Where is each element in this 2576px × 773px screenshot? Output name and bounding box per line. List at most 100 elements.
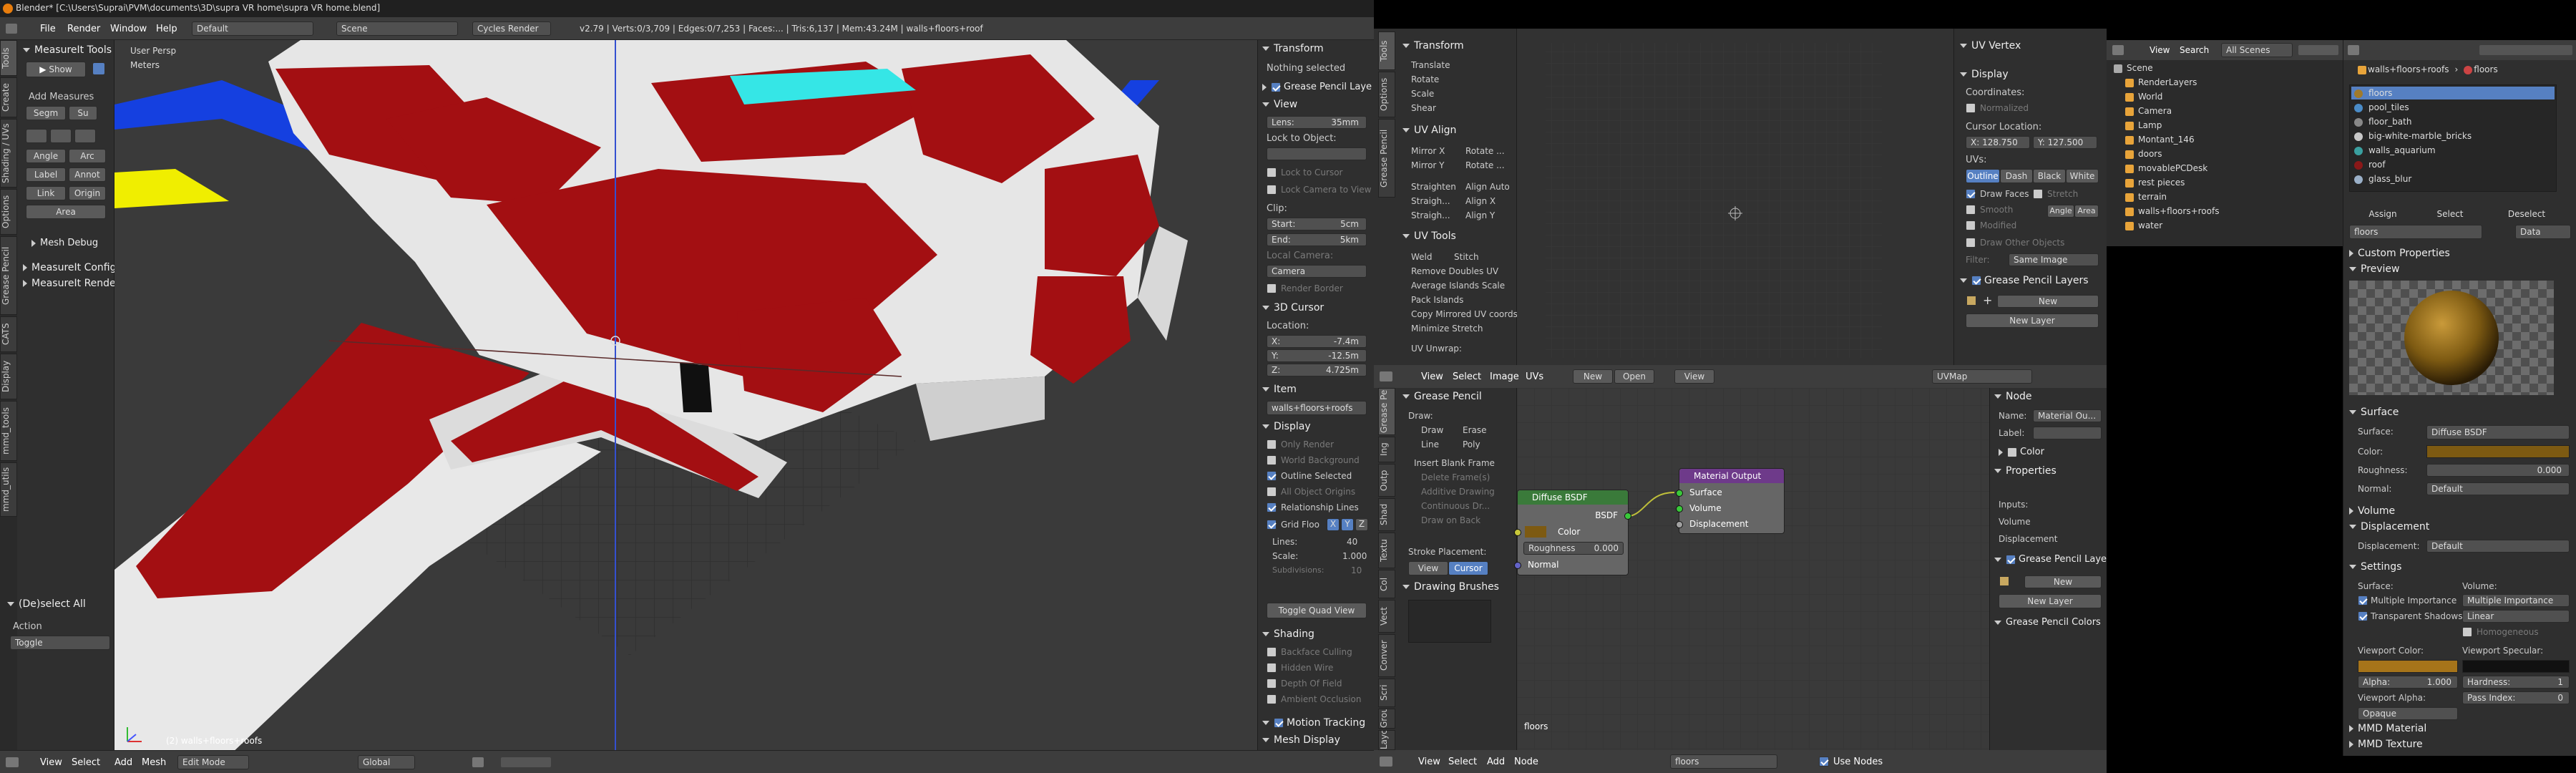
menu-select[interactable]: Select: [72, 757, 100, 768]
node-pencil-icon[interactable]: [2000, 577, 2009, 585]
color-swatch[interactable]: [1525, 526, 1546, 538]
uv-mode-dash[interactable]: Dash: [2000, 169, 2033, 183]
erase-tool-button[interactable]: Erase: [1463, 425, 1487, 435]
annot-button[interactable]: Annot: [69, 167, 106, 182]
angle-toggle[interactable]: Angle: [2047, 205, 2074, 218]
node-tab-script[interactable]: Scri: [1378, 679, 1395, 707]
material-slot[interactable]: floors: [2351, 87, 2555, 99]
node-tab-vector[interactable]: Vect: [1378, 600, 1395, 633]
node-editor-icon[interactable]: [1380, 757, 1392, 767]
measureit-show-button[interactable]: ▶ Show: [26, 62, 86, 77]
diffuse-bsdf-node[interactable]: Diffuse BSDF BSDF Color Roughness 0.000 N…: [1514, 490, 1631, 575]
node-tab-input[interactable]: Ing: [1378, 437, 1395, 462]
translate-button[interactable]: Translate: [1411, 60, 1450, 70]
tab-create[interactable]: Create: [0, 77, 17, 117]
axis-x-toggle[interactable]: X: [1327, 518, 1340, 531]
mmd-texture-panel[interactable]: MMD Texture: [2349, 739, 2423, 750]
use-nodes-checkbox[interactable]: [1819, 757, 1829, 767]
uv-gp-layers-panel[interactable]: Grease Pencil Layers: [1960, 275, 2089, 286]
ao-checkbox[interactable]: [1267, 694, 1277, 704]
snap-c-button[interactable]: [74, 129, 96, 143]
lens-field[interactable]: Lens: 35mm: [1267, 116, 1367, 129]
outliner-item[interactable]: water: [2125, 220, 2162, 233]
pencil-icon[interactable]: [1967, 296, 1976, 305]
render-engine-select[interactable]: Cycles Render: [472, 21, 551, 36]
node-menu-view[interactable]: View: [1418, 757, 1440, 767]
material-datablock-field[interactable]: floors: [2349, 225, 2482, 239]
toggle-quad-view-button[interactable]: Toggle Quad View: [1267, 603, 1367, 618]
mesh-debug-panel[interactable]: Mesh Debug: [31, 238, 98, 248]
color-input-socket[interactable]: [1514, 529, 1521, 536]
axis-z-toggle[interactable]: Z: [1355, 518, 1368, 531]
outliner-menu-search[interactable]: Search: [2180, 45, 2209, 55]
node-gp-layers-panel[interactable]: Grease Pencil Layers: [1994, 554, 2115, 565]
item-panel[interactable]: Item: [1262, 384, 1297, 395]
remove-doubles-button[interactable]: Remove Doubles UV: [1411, 266, 1498, 276]
uv-tools-panel[interactable]: UV Tools: [1402, 230, 1456, 242]
relationship-lines-checkbox[interactable]: [1267, 502, 1277, 512]
outliner-item[interactable]: doors: [2125, 149, 2162, 162]
straighten-y-button[interactable]: Straigh...: [1411, 210, 1450, 220]
draw-other-checkbox[interactable]: [1966, 238, 1976, 248]
backface-checkbox[interactable]: [1267, 647, 1277, 657]
cursor-z-field[interactable]: Z: 4.725m: [1267, 364, 1367, 376]
tab-mmd-utils[interactable]: mmd_utils: [0, 462, 17, 517]
menu-window[interactable]: Window: [110, 24, 147, 34]
item-name-field[interactable]: walls+floors+roofs: [1267, 401, 1367, 415]
align-auto-button[interactable]: Align Auto: [1465, 182, 1510, 192]
add-icon[interactable]: +: [1983, 293, 1992, 307]
node-gp-new-layer-button[interactable]: New Layer: [1999, 594, 2102, 608]
lock-object-field[interactable]: [1267, 147, 1367, 160]
only-render-checkbox[interactable]: [1267, 439, 1277, 449]
uv-canvas[interactable]: [1517, 29, 1953, 365]
link-button[interactable]: Link: [26, 186, 66, 200]
material-slot[interactable]: roof: [2351, 158, 2555, 171]
grease-pencil-layer-panel[interactable]: Grease Pencil Laye: [1262, 82, 1372, 92]
grid-floor-checkbox[interactable]: [1267, 520, 1277, 530]
shading-panel[interactable]: Shading: [1262, 628, 1314, 640]
lock-camera-checkbox[interactable]: [1267, 185, 1277, 195]
material-slot[interactable]: floor_bath: [2351, 115, 2555, 128]
custom-props-panel[interactable]: Custom Properties: [2349, 248, 2450, 259]
action-select[interactable]: Toggle: [10, 636, 110, 650]
node-name-field[interactable]: Material Ou...: [2033, 409, 2102, 422]
settings-panel[interactable]: Settings: [2349, 561, 2401, 573]
alpha-field[interactable]: Alpha: 1.000: [2358, 676, 2458, 689]
normalized-checkbox[interactable]: [1966, 103, 1976, 113]
outliner-icon[interactable]: [2112, 45, 2124, 55]
brush-list[interactable]: [1408, 600, 1491, 643]
uv-vertex-panel[interactable]: UV Vertex: [1960, 40, 2021, 52]
area-toggle[interactable]: Area: [2074, 205, 2099, 218]
material-slot[interactable]: glass_blur: [2351, 172, 2555, 185]
uv-cursor-y-field[interactable]: Y: 127.500: [2033, 136, 2097, 149]
image-open-button[interactable]: Open: [1614, 369, 1654, 384]
align-x-button[interactable]: Align X: [1465, 196, 1496, 206]
lines-value[interactable]: 40: [1347, 537, 1357, 547]
node-panel[interactable]: Node: [1994, 391, 2032, 402]
output-node-header[interactable]: Material Output: [1679, 469, 1784, 483]
outliner-filter-select[interactable]: All Scenes: [2221, 43, 2293, 57]
snap-a-button[interactable]: [26, 129, 47, 143]
menu-add[interactable]: Add: [114, 757, 132, 768]
displacement-panel[interactable]: Displacement: [2349, 521, 2429, 533]
viewport-alpha-select[interactable]: Opaque: [2358, 707, 2458, 720]
measureit-render-panel[interactable]: MeasureIt Render: [23, 278, 119, 289]
pass-index-field[interactable]: Pass Index: 0: [2462, 691, 2570, 704]
uv-align-panel[interactable]: UV Align: [1402, 125, 1456, 136]
scale-value[interactable]: 1.000: [1342, 551, 1367, 561]
outliner-item[interactable]: walls+floors+roofs: [2125, 206, 2219, 219]
segm-button[interactable]: Segm: [26, 106, 66, 120]
node-tab-group[interactable]: Grou: [1378, 709, 1395, 729]
displacement-input-socket[interactable]: [1676, 521, 1683, 528]
uv-cursor-x-field[interactable]: X: 128.750: [1966, 136, 2030, 149]
mmd-material-panel[interactable]: MMD Material: [2349, 723, 2426, 734]
area-button[interactable]: Area: [26, 205, 106, 219]
outline-selected-checkbox[interactable]: [1267, 471, 1277, 481]
material-slot-list[interactable]: floors pool_tiles floor_bath big-white-marb…: [2349, 84, 2557, 192]
viewport-color-swatch[interactable]: [2358, 660, 2458, 673]
image-new-button[interactable]: New: [1573, 369, 1613, 384]
volume-interpolation-select[interactable]: Linear: [2462, 610, 2570, 623]
copy-mirrored-button[interactable]: Copy Mirrored UV coords: [1411, 309, 1518, 319]
filter-select[interactable]: Same Image: [2009, 253, 2099, 266]
placement-cursor-button[interactable]: Cursor: [1448, 561, 1488, 575]
